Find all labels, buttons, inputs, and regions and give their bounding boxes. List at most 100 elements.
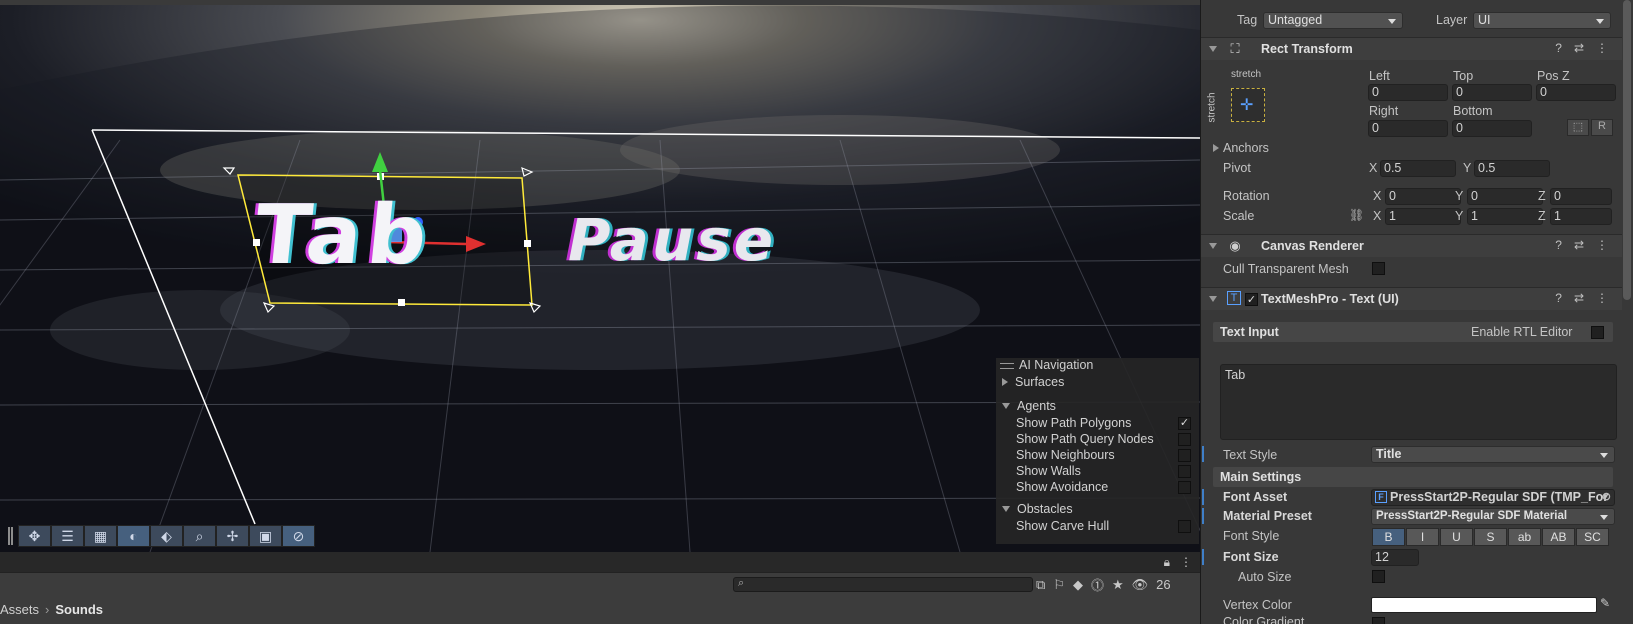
search-by-type-icon[interactable]: ⧉ — [1036, 577, 1045, 593]
textmeshpro-header[interactable]: T ✓ TextMeshPro - Text (UI) ? ⇄ ⋮ — [1201, 287, 1622, 310]
help-icon[interactable]: ? — [1555, 291, 1562, 305]
top-field[interactable]: 0 — [1452, 84, 1532, 101]
raw-edit-button[interactable]: R — [1591, 119, 1613, 136]
component-enabled-checkbox[interactable]: ✓ — [1245, 293, 1258, 306]
presets-icon[interactable]: ⇄ — [1574, 41, 1584, 55]
rotation-y-field[interactable]: 0 — [1467, 188, 1543, 205]
breadcrumb-sounds[interactable]: Sounds — [55, 602, 103, 617]
nav-option-show-path-query-nodes[interactable]: Show Path Query Nodes — [996, 431, 1199, 447]
material-preset-dropdown[interactable]: PressStart2P-Regular SDF Material — [1371, 508, 1615, 525]
scene-view[interactable]: Tab Pause ✥ ☰ ▦ ◐ ⬖ ⌕ ✢ ▣ ⊘ AI Navigatio… — [0, 0, 1200, 552]
cull-transparent-mesh-checkbox[interactable] — [1372, 262, 1385, 275]
scale-x-field[interactable]: 1 — [1385, 208, 1461, 225]
font-style-lowercase-button[interactable]: ab — [1508, 528, 1541, 546]
rect-transform-header[interactable]: ⛶ Rect Transform ? ⇄ ⋮ — [1201, 37, 1622, 60]
navigation-tool-icon[interactable]: ⊘ — [282, 525, 315, 547]
drag-handle-icon[interactable] — [1000, 362, 1014, 369]
nav-option-show-path-polygons[interactable]: Show Path Polygons ✓ — [996, 415, 1199, 431]
search-tool-icon[interactable]: ⌕ — [183, 525, 216, 547]
nav-option-show-walls[interactable]: Show Walls — [996, 463, 1199, 479]
text-input-area[interactable]: Tab — [1220, 364, 1617, 440]
left-field[interactable]: 0 — [1368, 84, 1448, 101]
surfaces-foldout[interactable]: Surfaces — [996, 373, 1199, 391]
visibility-eye-icon[interactable]: 👁︎ — [1132, 577, 1149, 593]
right-field[interactable]: 0 — [1368, 120, 1448, 137]
auto-size-checkbox[interactable] — [1372, 570, 1385, 583]
more-options-icon[interactable]: ⋮ — [1596, 291, 1608, 305]
text-style-dropdown[interactable]: Title — [1371, 446, 1615, 463]
scale-y-field[interactable]: 1 — [1467, 208, 1543, 225]
blueprint-mode-icon[interactable]: ⬚ — [1567, 119, 1589, 136]
help-icon[interactable]: ? — [1555, 238, 1562, 252]
tag-icon[interactable]: ◆ — [1073, 577, 1083, 593]
font-style-uppercase-button[interactable]: AB — [1542, 528, 1575, 546]
constrain-proportions-icon[interactable]: ⛓ — [1349, 208, 1364, 222]
bottom-field[interactable]: 0 — [1452, 120, 1532, 137]
font-asset-field[interactable]: F PressStart2P-Regular SDF (TMP_For ⊙ — [1371, 489, 1615, 506]
agents-foldout[interactable]: Agents — [996, 397, 1199, 415]
anchor-presets-button[interactable]: ✛ — [1231, 88, 1265, 122]
nav-option-show-carve-hull[interactable]: Show Carve Hull — [996, 518, 1199, 534]
anchors-foldout[interactable]: Anchors — [1223, 141, 1269, 155]
search-by-label-icon[interactable]: ⚐ — [1053, 577, 1065, 593]
layer-dropdown[interactable]: UI — [1473, 12, 1611, 29]
rotation-z-field[interactable]: 0 — [1550, 188, 1612, 205]
show-avoidance-checkbox[interactable] — [1178, 480, 1191, 494]
project-search-input[interactable]: ⌕ — [733, 577, 1033, 592]
chevron-down-icon[interactable] — [1209, 46, 1217, 52]
font-style-bold-button[interactable]: B — [1372, 528, 1405, 546]
warning-icon[interactable]: ⓵ — [1091, 575, 1104, 594]
scale-z-field[interactable]: 1 — [1550, 208, 1612, 225]
show-neighbours-checkbox[interactable] — [1178, 448, 1191, 462]
text-input-section[interactable]: Text Input Enable RTL Editor — [1213, 322, 1613, 342]
show-carve-hull-checkbox[interactable] — [1178, 519, 1191, 533]
more-options-icon[interactable]: ⋮ — [1180, 555, 1192, 570]
pivot-y-field[interactable]: 0.5 — [1474, 160, 1550, 177]
grid-tool-icon[interactable]: ▦ — [84, 525, 117, 547]
rect-tool-icon[interactable]: ☰ — [51, 525, 84, 547]
lock-icon[interactable]: 🔒︎ — [1164, 555, 1170, 570]
favorite-star-icon[interactable]: ★ — [1112, 577, 1124, 593]
chevron-down-icon[interactable] — [1209, 296, 1217, 302]
font-size-field[interactable]: 12 — [1371, 549, 1419, 566]
presets-icon[interactable]: ⇄ — [1574, 238, 1584, 252]
scene-text-pause[interactable]: Pause — [568, 206, 776, 274]
rotation-x-field[interactable]: 0 — [1385, 188, 1461, 205]
more-options-icon[interactable]: ⋮ — [1596, 238, 1608, 252]
camera-tool-icon[interactable]: ▣ — [249, 525, 282, 547]
object-picker-icon[interactable]: ⊙ — [1602, 490, 1611, 505]
pivot-x-field[interactable]: 0.5 — [1380, 160, 1456, 177]
canvas-renderer-header[interactable]: ◉ Canvas Renderer ? ⇄ ⋮ — [1201, 234, 1622, 257]
show-path-polygons-checkbox[interactable]: ✓ — [1178, 416, 1191, 430]
view-tool-icon[interactable]: ◐ — [117, 525, 150, 547]
ai-navigation-header[interactable]: AI Navigation — [996, 358, 1199, 373]
scene-text-tab[interactable]: Tab — [250, 188, 437, 283]
vertex-color-swatch[interactable] — [1371, 597, 1597, 613]
show-path-query-nodes-checkbox[interactable] — [1178, 432, 1191, 446]
toolbar-grip[interactable] — [8, 527, 13, 545]
breadcrumb-assets[interactable]: Assets — [0, 602, 39, 617]
chevron-right-icon[interactable] — [1213, 144, 1219, 152]
more-options-icon[interactable]: ⋮ — [1596, 41, 1608, 55]
tag-dropdown[interactable]: Untagged — [1263, 12, 1403, 29]
presets-icon[interactable]: ⇄ — [1574, 291, 1584, 305]
chevron-down-icon[interactable] — [1209, 243, 1217, 249]
font-style-smallcaps-button[interactable]: SC — [1576, 528, 1609, 546]
nav-option-show-neighbours[interactable]: Show Neighbours — [996, 447, 1199, 463]
help-icon[interactable]: ? — [1555, 41, 1562, 55]
eyedropper-icon[interactable]: ✎ — [1600, 596, 1610, 610]
font-style-strikethrough-button[interactable]: S — [1474, 528, 1507, 546]
show-walls-checkbox[interactable] — [1178, 464, 1191, 478]
snap-tool-icon[interactable]: ⬖ — [150, 525, 183, 547]
enable-rtl-checkbox[interactable] — [1591, 326, 1604, 339]
nav-option-show-avoidance[interactable]: Show Avoidance — [996, 479, 1199, 495]
inspector-scrollbar[interactable] — [1623, 0, 1631, 300]
posz-field[interactable]: 0 — [1536, 84, 1616, 101]
obstacles-foldout[interactable]: Obstacles — [996, 500, 1199, 518]
main-settings-section[interactable]: Main Settings — [1213, 467, 1613, 487]
font-style-italic-button[interactable]: I — [1406, 528, 1439, 546]
move-tool-icon[interactable]: ✥ — [18, 525, 51, 547]
color-gradient-checkbox[interactable] — [1372, 617, 1385, 624]
pivot-tool-icon[interactable]: ✢ — [216, 525, 249, 547]
font-style-underline-button[interactable]: U — [1440, 528, 1473, 546]
